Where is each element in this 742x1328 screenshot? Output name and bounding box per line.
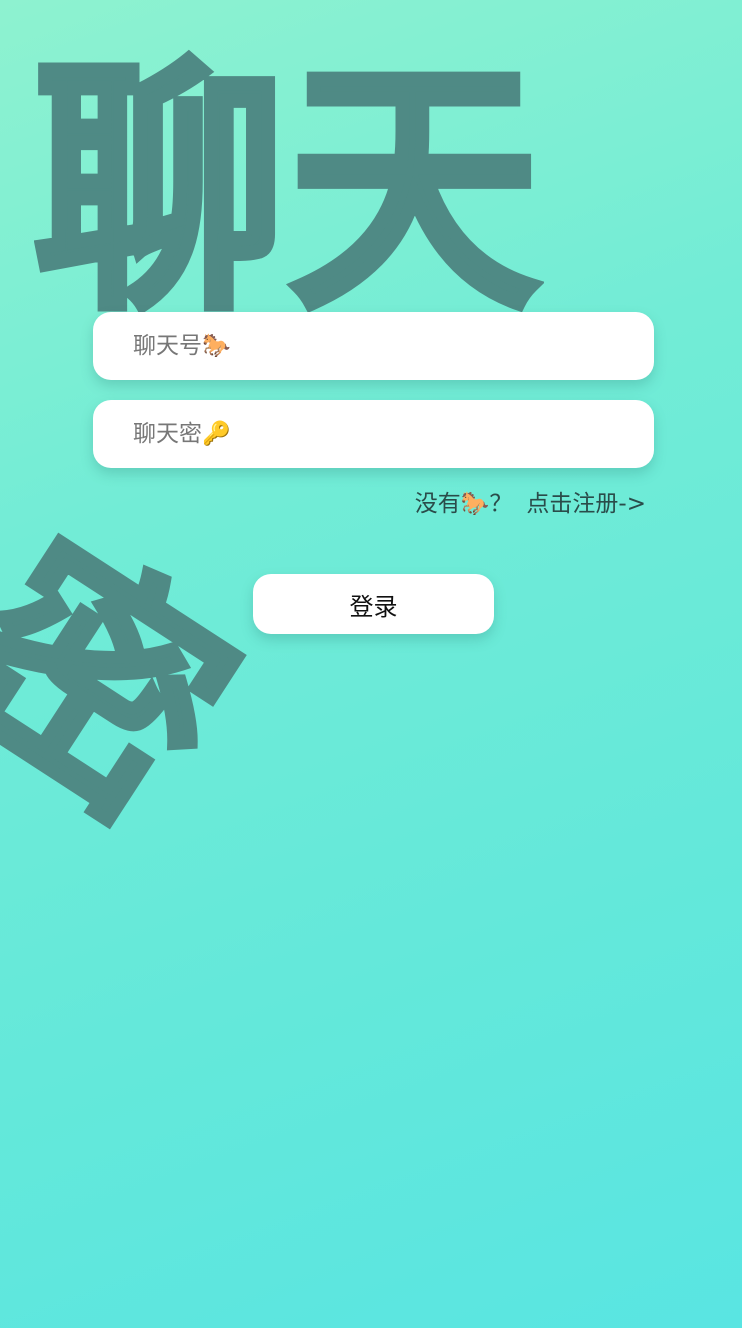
register-prompt-text: 没有🐎？ (414, 491, 513, 517)
account-field-container (93, 312, 654, 380)
account-input[interactable] (93, 312, 654, 380)
password-field-container (93, 400, 654, 468)
login-button[interactable]: 登录 (253, 574, 494, 634)
register-prompt-line: 没有🐎？ 点击注册-> (415, 484, 646, 518)
register-link[interactable]: 点击注册-> (526, 491, 646, 517)
background-rotated-decoration: 密 (0, 492, 280, 877)
password-input[interactable] (93, 400, 654, 468)
background-title-decoration: 聊天 (31, 35, 543, 347)
